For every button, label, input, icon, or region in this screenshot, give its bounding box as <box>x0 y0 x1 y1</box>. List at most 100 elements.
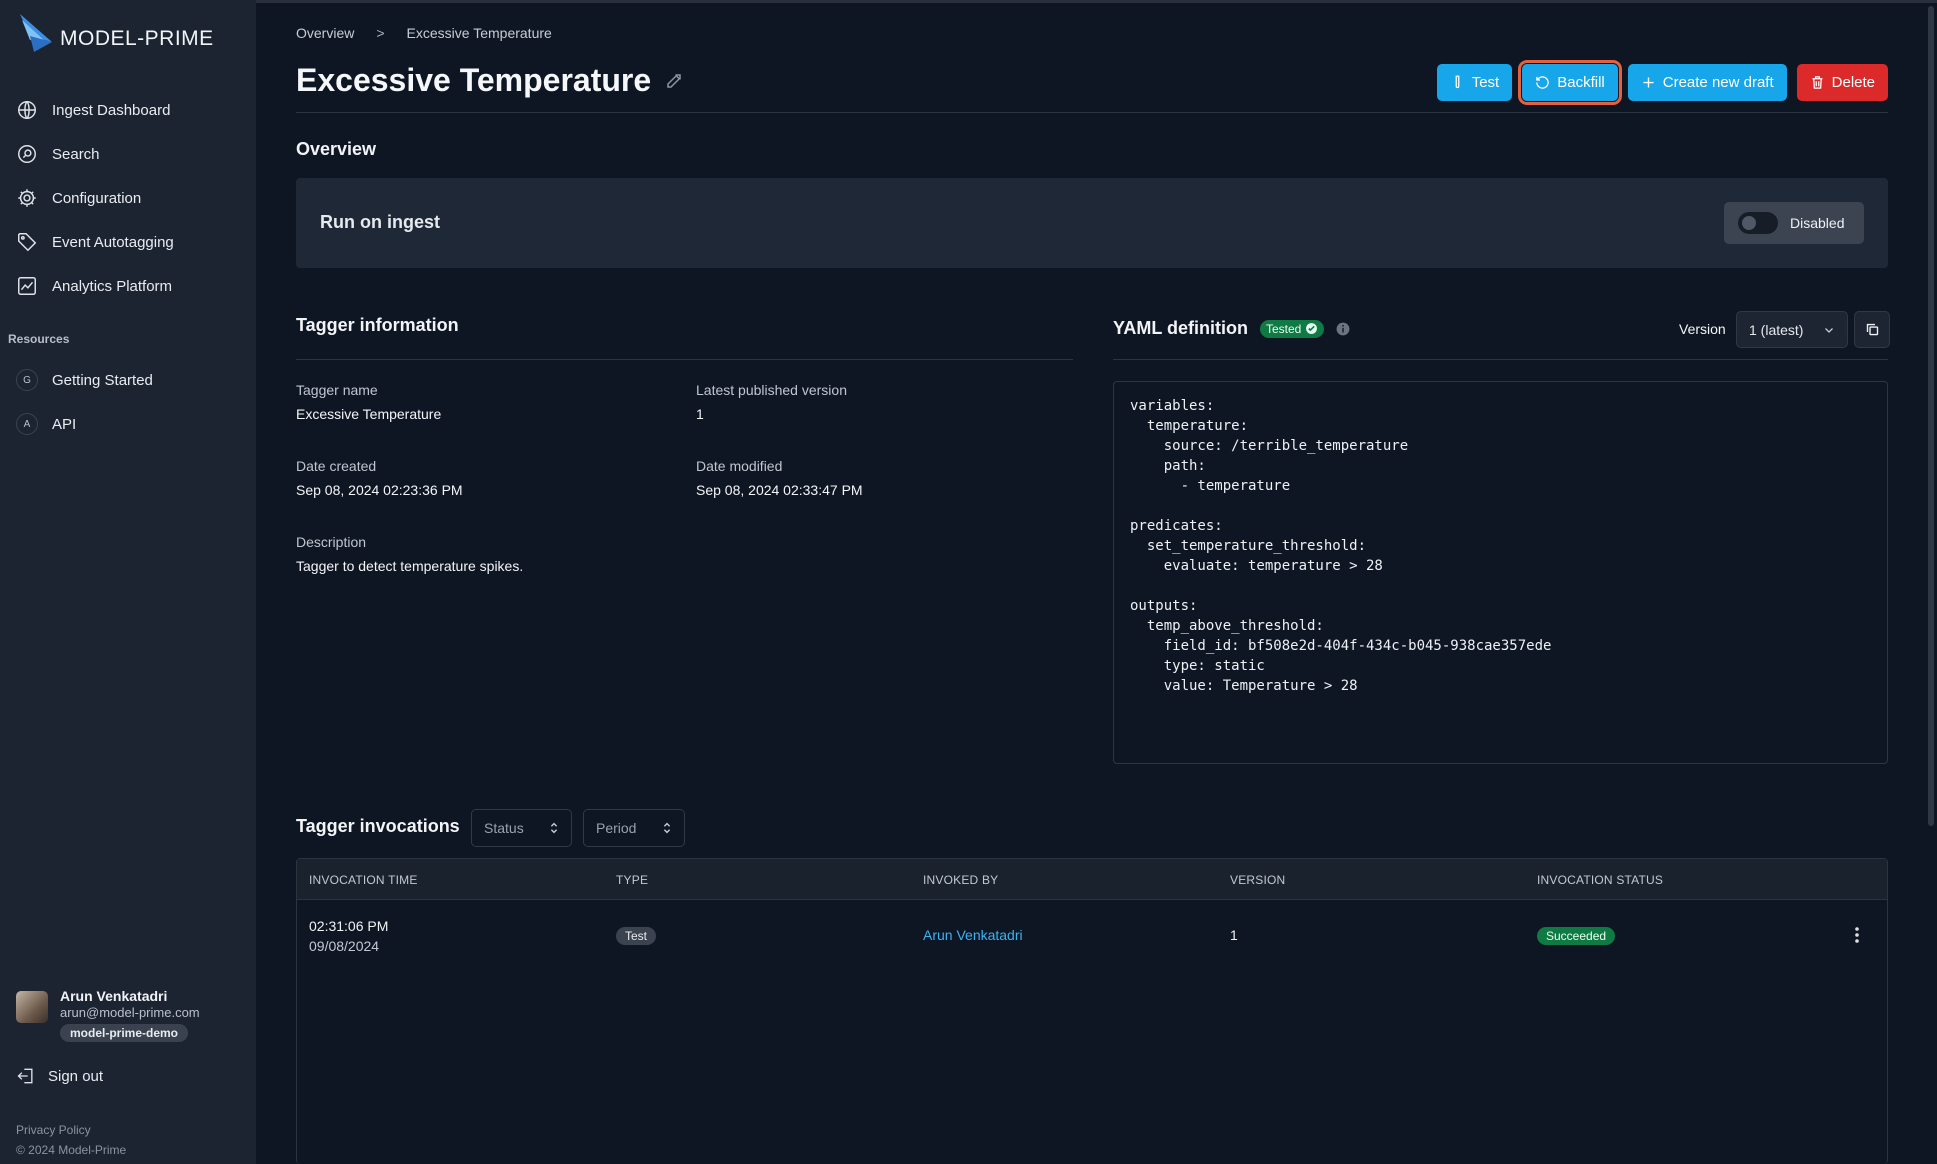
tested-badge-label: Tested <box>1266 321 1302 336</box>
column-header[interactable]: INVOCATION STATUS <box>1537 873 1663 887</box>
info-icon[interactable] <box>1336 322 1350 336</box>
column-header[interactable]: INVOCATION TIME <box>309 873 418 887</box>
invocation-date: 09/08/2024 <box>309 938 380 954</box>
sidebar-footer: Privacy Policy © 2024 Model-Prime <box>16 1120 126 1160</box>
description-value: Tagger to detect temperature spikes. <box>296 558 524 574</box>
toggle-switch[interactable] <box>1738 212 1778 234</box>
page-scrollbar[interactable] <box>1928 6 1934 826</box>
resources-label: Resources <box>8 332 70 346</box>
column-header[interactable]: VERSION <box>1230 873 1285 887</box>
org-badge: model-prime-demo <box>60 1024 189 1042</box>
sidebar-item-getting-started[interactable]: G Getting Started <box>0 358 256 402</box>
version-cell: 1 <box>1230 927 1238 943</box>
sidebar-nav: Ingest Dashboard Search Configuration Ev… <box>0 88 256 308</box>
invocation-time: 02:31:06 PM <box>309 918 389 934</box>
sidebar-item-ingest-dashboard[interactable]: Ingest Dashboard <box>0 88 256 132</box>
copyright: © 2024 Model-Prime <box>16 1143 127 1157</box>
toggle-state-label: Disabled <box>1790 215 1845 231</box>
status-filter-label: Status <box>484 820 524 836</box>
column-header[interactable]: INVOKED BY <box>923 873 998 887</box>
brand-name: MODEL-PRIME <box>60 27 214 50</box>
user-profile[interactable]: Arun Venkatadri arun@model-prime.com mod… <box>16 988 200 1042</box>
edit-icon[interactable] <box>665 72 683 90</box>
brand-logo[interactable]: MODEL-PRIME <box>16 12 214 54</box>
tagger-name-value: Excessive Temperature <box>296 406 442 422</box>
page-title-text: Excessive Temperature <box>296 62 652 98</box>
type-badge: Test <box>616 927 657 945</box>
sidebar-item-label: Configuration <box>52 189 142 207</box>
yaml-divider <box>1113 359 1888 360</box>
overview-heading: Overview <box>296 139 377 159</box>
date-created-value: Sep 08, 2024 02:23:36 PM <box>296 482 463 498</box>
sidebar-item-label: Search <box>52 145 100 163</box>
breadcrumb-current: Excessive Temperature <box>406 25 552 41</box>
breadcrumb: Overview > Excessive Temperature <box>296 25 552 41</box>
table-header: INVOCATION TIME TYPE INVOKED BY VERSION … <box>297 859 1887 900</box>
sidebar-item-label: Event Autotagging <box>52 233 174 251</box>
user-email: arun@model-prime.com <box>60 1005 200 1020</box>
yaml-heading-text: YAML definition <box>1113 318 1248 338</box>
breadcrumb-overview[interactable]: Overview <box>296 25 354 41</box>
status-cell: Succeeded <box>1537 927 1616 945</box>
test-button-label: Test <box>1471 74 1500 91</box>
ingest-toggle[interactable]: Disabled <box>1724 202 1864 244</box>
tagger-info-divider <box>296 359 1073 360</box>
run-on-ingest-card: Run on ingest Disabled <box>296 178 1888 268</box>
page-title: Excessive Temperature <box>296 62 683 99</box>
description-label: Description <box>296 534 367 550</box>
version-select[interactable]: 1 (latest) <box>1736 311 1848 348</box>
gear-icon <box>18 189 36 207</box>
user-name: Arun Venkatadri <box>60 988 168 1004</box>
delete-button-label: Delete <box>1831 74 1875 91</box>
more-options-icon[interactable] <box>1854 926 1860 944</box>
letter-badge: G <box>16 369 38 391</box>
backfill-button[interactable]: Backfill <box>1518 60 1622 105</box>
trash-icon <box>1812 76 1823 89</box>
tagger-info-heading: Tagger information <box>296 315 459 335</box>
column-header[interactable]: TYPE <box>616 873 648 887</box>
copy-icon <box>1866 323 1878 336</box>
tested-badge: Tested <box>1260 319 1325 338</box>
breadcrumb-separator: > <box>376 25 385 41</box>
invocations-heading: Tagger invocations <box>296 816 460 836</box>
sidebar-item-label: Ingest Dashboard <box>52 101 171 119</box>
test-tube-icon <box>1455 75 1460 89</box>
search-icon <box>18 145 36 163</box>
period-filter[interactable]: Period <box>583 809 685 847</box>
sidebar-item-search[interactable]: Search <box>0 132 256 176</box>
sidebar-item-label: Analytics Platform <box>52 277 173 295</box>
sign-out-button[interactable]: Sign out <box>16 1066 103 1086</box>
delete-button[interactable]: Delete <box>1796 64 1888 101</box>
copy-button[interactable] <box>1854 311 1890 348</box>
letter-badge: A <box>16 413 38 435</box>
sidebar-item-configuration[interactable]: Configuration <box>0 176 256 220</box>
sign-out-icon <box>17 1068 33 1084</box>
yaml-code-block: variables: temperature: source: /terribl… <box>1113 381 1888 764</box>
run-on-ingest-label: Run on ingest <box>320 212 440 232</box>
sidebar-item-api[interactable]: A API <box>0 402 256 446</box>
status-badge: Succeeded <box>1537 927 1616 945</box>
invoked-by-link[interactable]: Arun Venkatadri <box>923 927 1023 943</box>
version-label: Version <box>1679 321 1726 337</box>
type-cell: Test <box>616 927 657 945</box>
sidebar-item-analytics-platform[interactable]: Analytics Platform <box>0 264 256 308</box>
create-draft-button[interactable]: Create new draft <box>1627 64 1787 101</box>
page-actions: Test Backfill Create new draft Delete <box>1436 60 1888 105</box>
chevron-down-icon <box>1825 327 1833 333</box>
sign-out-label: Sign out <box>48 1067 104 1085</box>
check-circle-icon <box>1306 323 1318 334</box>
yaml-heading: YAML definition Tested <box>1113 318 1350 339</box>
table-row[interactable]: 02:31:06 PM 09/08/2024 Test Arun Venkata… <box>297 900 1887 972</box>
status-filter[interactable]: Status <box>471 809 572 847</box>
sidebar: MODEL-PRIME Ingest Dashboard Search Conf… <box>0 0 256 1164</box>
plus-icon <box>1643 77 1654 88</box>
create-draft-button-label: Create new draft <box>1662 74 1774 91</box>
backfill-button-label: Backfill <box>1557 74 1605 91</box>
test-button[interactable]: Test <box>1436 64 1513 101</box>
version-select-value: 1 (latest) <box>1749 321 1804 338</box>
sort-icon <box>663 822 671 834</box>
privacy-policy-link[interactable]: Privacy Policy <box>16 1120 126 1140</box>
date-modified-value: Sep 08, 2024 02:33:47 PM <box>696 482 863 498</box>
tagger-name-label: Tagger name <box>296 382 378 398</box>
sidebar-item-event-autotagging[interactable]: Event Autotagging <box>0 220 256 264</box>
